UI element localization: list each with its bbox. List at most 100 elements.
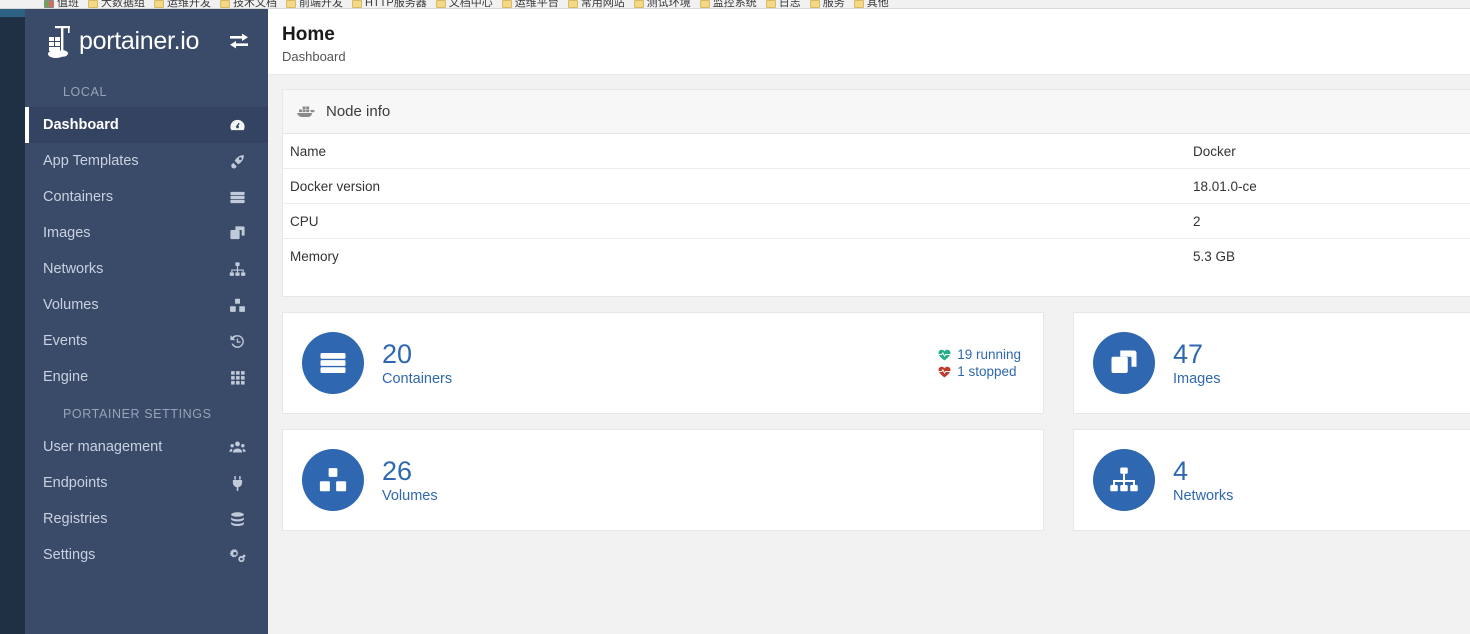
stat-card-count: 4 xyxy=(1173,456,1189,486)
stat-card-count: 26 xyxy=(382,456,413,486)
bookmark-item[interactable]: 监控系统 xyxy=(699,0,757,8)
folder-icon xyxy=(633,0,644,8)
bookmark-item[interactable]: 技术文档 xyxy=(220,0,277,8)
bookmark-label: 大数据组 xyxy=(101,0,145,8)
bookmark-item[interactable]: 运维平台 xyxy=(501,0,559,8)
container-status-group: 19 running 1 stopped xyxy=(938,347,1021,379)
sidebar-item-dashboard[interactable]: Dashboard xyxy=(25,107,268,143)
node-info-header: Node info xyxy=(283,90,1470,134)
sidebar-item-containers[interactable]: Containers xyxy=(25,179,268,215)
sidebar-item-label: Volumes xyxy=(43,297,99,313)
bookmark-item[interactable]: 日志 xyxy=(765,0,801,8)
sidebar-item-endpoints[interactable]: Endpoints xyxy=(25,465,268,501)
stat-card-volumes[interactable]: 26 Volumes xyxy=(282,429,1044,531)
sitemap-icon xyxy=(226,259,248,279)
folder-icon xyxy=(699,0,710,8)
sidebar-item-volumes[interactable]: Volumes xyxy=(25,287,268,323)
page-title: Home xyxy=(282,24,335,45)
server-stack-icon xyxy=(226,187,248,207)
bookmark-item[interactable]: 测试环境 xyxy=(633,0,691,8)
sidebar-item-label: App Templates xyxy=(43,153,139,169)
status-badge: 1 stopped xyxy=(938,364,1021,379)
stat-card-networks[interactable]: 4 Networks xyxy=(1073,429,1470,531)
rocket-icon xyxy=(226,151,248,171)
sidebar-item-networks[interactable]: Networks xyxy=(25,251,268,287)
node-info-row: CPU 2 xyxy=(283,204,1470,239)
node-info-value: Docker xyxy=(1193,143,1236,159)
node-info-row: Memory 5.3 GB xyxy=(283,239,1470,274)
stat-card-label: Networks xyxy=(1173,488,1234,504)
sidebar-item-app-templates[interactable]: App Templates xyxy=(25,143,268,179)
bookmark-label: 服务 xyxy=(822,0,845,8)
sidebar-item-engine[interactable]: Engine xyxy=(25,359,268,395)
bookmark-item[interactable]: 其他 xyxy=(853,0,889,8)
cogs-icon xyxy=(226,545,248,565)
clone-icon xyxy=(1093,332,1155,394)
folder-icon xyxy=(765,0,776,8)
bookmark-label: 运维开发 xyxy=(167,0,211,8)
bookmark-label: 技术文档 xyxy=(233,0,277,8)
browser-bookmark-bar[interactable]: 值班 大数据组 运维开发 技术文档 前端开发 HTTP服务器 文档中心 运维平台 常用网站 测试环… xyxy=(0,0,1470,9)
sidebar-item-label: Images xyxy=(43,225,91,241)
users-icon xyxy=(226,437,248,457)
sidebar-item-label: Dashboard xyxy=(43,117,119,133)
bookmark-label: 运维平台 xyxy=(514,0,559,8)
main-content: Home Dashboard Node info Name Docker Docke… xyxy=(268,9,1470,634)
database-icon xyxy=(226,509,248,529)
stat-card-label: Volumes xyxy=(382,488,438,504)
stat-cards: 20 Containers 19 running 1 stopped 47 Images 2… xyxy=(282,312,1470,531)
sidebar-item-events[interactable]: Events xyxy=(25,323,268,359)
stat-card-text: 20 Containers xyxy=(382,339,452,387)
bookmark-label: 常用网站 xyxy=(580,0,625,8)
sitemap-icon xyxy=(1093,449,1155,511)
nav-section-title: PORTAINER SETTINGS xyxy=(63,407,212,421)
node-info-key: CPU xyxy=(290,213,319,229)
bookmark-label: 前端开发 xyxy=(299,0,343,8)
bookmark-label: 测试环境 xyxy=(646,0,691,8)
bookmark-item[interactable]: 值班 xyxy=(44,0,79,8)
node-info-value: 5.3 GB xyxy=(1193,249,1236,264)
folder-icon xyxy=(809,0,820,8)
folder-icon xyxy=(352,0,362,8)
bookmark-item[interactable]: 常用网站 xyxy=(567,0,625,8)
bookmark-item[interactable]: 运维开发 xyxy=(154,0,211,8)
stat-card-label: Containers xyxy=(382,371,453,387)
node-info-key: Memory xyxy=(290,249,339,264)
stat-card-count: 20 xyxy=(382,339,413,369)
folder-icon xyxy=(435,0,446,8)
brand-header[interactable]: portainer.io xyxy=(25,9,268,73)
node-info-value: 2 xyxy=(1193,213,1201,229)
exchange-arrows-icon[interactable] xyxy=(226,30,252,52)
stat-card-text: 26 Volumes xyxy=(382,456,438,504)
bookmark-item[interactable]: 服务 xyxy=(809,0,845,8)
server-stack-icon xyxy=(302,332,364,394)
bookmark-item[interactable]: 前端开发 xyxy=(286,0,343,8)
bookmark-item[interactable]: HTTP服务器 xyxy=(352,0,427,8)
plug-icon xyxy=(226,473,248,493)
bookmark-item[interactable]: 文档中心 xyxy=(435,0,493,8)
folder-icon xyxy=(567,0,578,8)
bookmark-item[interactable]: 大数据组 xyxy=(88,0,145,8)
stat-card-containers[interactable]: 20 Containers 19 running 1 stopped xyxy=(282,312,1044,414)
stat-card-images[interactable]: 47 Images xyxy=(1073,312,1470,414)
sidebar: portainer.io LOCAL Dashboard App Templates… xyxy=(25,9,268,634)
brand-title: portainer.io xyxy=(79,26,200,55)
bookmark-label: 监控系统 xyxy=(712,0,757,8)
stat-card-label: Images xyxy=(1173,371,1221,387)
sidebar-item-label: Endpoints xyxy=(43,475,108,491)
stat-card-count: 47 xyxy=(1173,339,1204,369)
heartbeat-icon xyxy=(938,366,951,378)
node-info-table: Name Docker Docker version 18.01.0-ce CPU 2 Me… xyxy=(283,134,1470,274)
bookmark-label: 文档中心 xyxy=(448,0,493,8)
sidebar-nav: LOCAL Dashboard App Templates Containers Ima… xyxy=(25,73,268,573)
sidebar-item-label: Registries xyxy=(43,511,108,527)
sidebar-item-settings[interactable]: Settings xyxy=(25,537,268,573)
sidebar-item-images[interactable]: Images xyxy=(25,215,268,251)
sidebar-item-label: Events xyxy=(43,333,88,349)
status-label: 1 stopped xyxy=(957,364,1017,379)
cubes-icon xyxy=(226,295,248,315)
clone-icon xyxy=(226,223,248,243)
sidebar-item-registries[interactable]: Registries xyxy=(25,501,268,537)
sidebar-item-user-management[interactable]: User management xyxy=(25,429,268,465)
heartbeat-icon xyxy=(938,349,951,361)
